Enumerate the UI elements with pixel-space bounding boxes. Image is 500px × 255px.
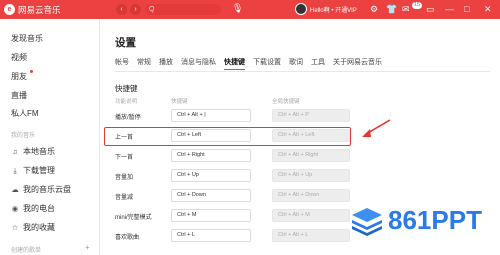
history-nav: ‹ › bbox=[116, 4, 141, 15]
section-created-playlists: 创建的歌单 bbox=[11, 248, 42, 254]
tab-about[interactable]: 关于网易云音乐 bbox=[333, 57, 382, 70]
tab-tools[interactable]: 工具 bbox=[311, 57, 325, 70]
search-icon: Q bbox=[149, 6, 155, 13]
shortcut-input[interactable]: Ctrl + Down bbox=[171, 189, 251, 202]
global-shortcut-input[interactable]: Ctrl + Alt + M bbox=[272, 209, 350, 222]
microphone-icon[interactable]: 🎙 bbox=[232, 3, 243, 14]
search-input[interactable]: Q bbox=[145, 4, 221, 15]
close-icon[interactable]: ✕ bbox=[484, 3, 492, 15]
add-playlist-button[interactable]: + bbox=[85, 243, 90, 252]
message-count-badge: 15 bbox=[412, 2, 423, 9]
annotation-arrow-icon bbox=[362, 119, 391, 137]
page-title: 设置 bbox=[115, 37, 136, 49]
tab-download[interactable]: 下载设置 bbox=[253, 57, 281, 70]
watermark-text: 861PPT bbox=[388, 205, 482, 235]
shortcut-row: 下一首 Ctrl + Right Ctrl + Alt + Right bbox=[100, 146, 500, 166]
download-icon: ⤓ bbox=[13, 165, 17, 175]
back-button[interactable]: ‹ bbox=[116, 4, 127, 15]
global-shortcut-input[interactable]: Ctrl + Alt + L bbox=[272, 229, 350, 242]
column-header-shortcut: 快捷键 bbox=[171, 99, 188, 105]
username-vip[interactable]: Hello啊 • 开通VIP bbox=[310, 5, 357, 14]
avatar[interactable] bbox=[295, 3, 307, 15]
watermark: 861PPT bbox=[350, 205, 482, 236]
sidebar-item-video[interactable]: 视频 bbox=[11, 52, 27, 63]
sidebar-item-downloads[interactable]: ⤓ 下载管理 bbox=[11, 165, 55, 176]
shirt-icon[interactable]: 👕 bbox=[386, 3, 397, 15]
shortcut-row: 音量减 Ctrl + Down Ctrl + Alt + Down bbox=[100, 186, 500, 206]
shortcut-input[interactable]: Ctrl + Up bbox=[171, 169, 251, 182]
music-note-icon: ♫ bbox=[12, 147, 18, 156]
app-logo[interactable]: e 网易云音乐 bbox=[4, 4, 61, 16]
gear-icon[interactable]: ⚙ bbox=[370, 3, 378, 15]
title-bar: e 网易云音乐 ‹ › Q 🎙 Hello啊 • 开通VIP ⚙ 👕 ✉ 15 … bbox=[0, 0, 500, 19]
star-icon: ☆ bbox=[11, 223, 19, 232]
global-shortcut-input[interactable]: Ctrl + Alt + Right bbox=[272, 149, 350, 162]
shortcut-row: 播放/暂停 Ctrl + Alt + | Ctrl + Alt + P bbox=[100, 106, 500, 126]
mini-mode-icon[interactable]: ▭ bbox=[426, 3, 435, 15]
layers-logo-icon bbox=[352, 207, 382, 236]
global-shortcut-input[interactable]: Ctrl + Alt + Up bbox=[272, 169, 350, 182]
shortcut-input[interactable]: Ctrl + L bbox=[171, 229, 251, 242]
tab-general[interactable]: 常规 bbox=[137, 57, 151, 70]
global-shortcut-input[interactable]: Ctrl + Alt + P bbox=[272, 109, 350, 122]
app-name: 网易云音乐 bbox=[18, 4, 61, 15]
sidebar-item-discover[interactable]: 发现音乐 bbox=[11, 33, 43, 44]
forward-button[interactable]: › bbox=[130, 4, 141, 15]
section-title-shortcuts: 快捷键 bbox=[115, 84, 138, 93]
highlight-box bbox=[104, 127, 351, 146]
tab-shortcuts[interactable]: 快捷键 bbox=[224, 57, 245, 70]
settings-tabs: 帐号 常规 播放 消息与隐私 快捷键 下载设置 歌词 工具 关于网易云音乐 bbox=[115, 57, 382, 70]
shortcut-input[interactable]: Ctrl + Right bbox=[171, 149, 251, 162]
shortcut-input[interactable]: Ctrl + M bbox=[171, 209, 251, 222]
sidebar-item-fm[interactable]: 私人FM bbox=[11, 108, 39, 119]
tabs-divider bbox=[115, 71, 490, 72]
tab-privacy[interactable]: 消息与隐私 bbox=[181, 57, 216, 70]
sidebar-item-local-music[interactable]: ♫ 本地音乐 bbox=[11, 146, 55, 157]
section-my-music: 我的音乐 bbox=[11, 133, 36, 139]
radio-icon: ◉ bbox=[11, 204, 19, 213]
sidebar-item-friends[interactable]: 朋友 bbox=[11, 71, 27, 82]
tab-account[interactable]: 帐号 bbox=[115, 57, 129, 70]
minimize-icon[interactable]: — bbox=[445, 3, 454, 15]
tab-lyrics[interactable]: 歌词 bbox=[289, 57, 303, 70]
mail-icon[interactable]: ✉ bbox=[402, 3, 410, 15]
netease-logo-icon: e bbox=[4, 4, 15, 15]
column-header-global: 全局快捷键 bbox=[272, 99, 300, 105]
notification-dot bbox=[30, 70, 33, 73]
maximize-icon[interactable]: □ bbox=[464, 3, 469, 15]
sidebar-item-radio[interactable]: ◉ 我的电台 bbox=[11, 203, 55, 214]
sidebar-item-cloud[interactable]: ☁ 我的音乐云盘 bbox=[11, 184, 71, 195]
tab-playback[interactable]: 播放 bbox=[159, 57, 173, 70]
column-header-function: 功能说明 bbox=[115, 99, 138, 105]
shortcut-row: 音量加 Ctrl + Up Ctrl + Alt + Up bbox=[100, 166, 500, 186]
cloud-icon: ☁ bbox=[11, 185, 19, 194]
sidebar-item-live[interactable]: 直播 bbox=[11, 90, 27, 101]
shortcut-input[interactable]: Ctrl + Alt + | bbox=[171, 109, 251, 122]
sidebar: 发现音乐 视频 朋友 直播 私人FM 我的音乐 ♫ 本地音乐 ⤓ 下载管理 ☁ … bbox=[0, 19, 100, 255]
global-shortcut-input[interactable]: Ctrl + Alt + Down bbox=[272, 189, 350, 202]
sidebar-item-favorites[interactable]: ☆ 我的收藏 bbox=[11, 222, 55, 233]
